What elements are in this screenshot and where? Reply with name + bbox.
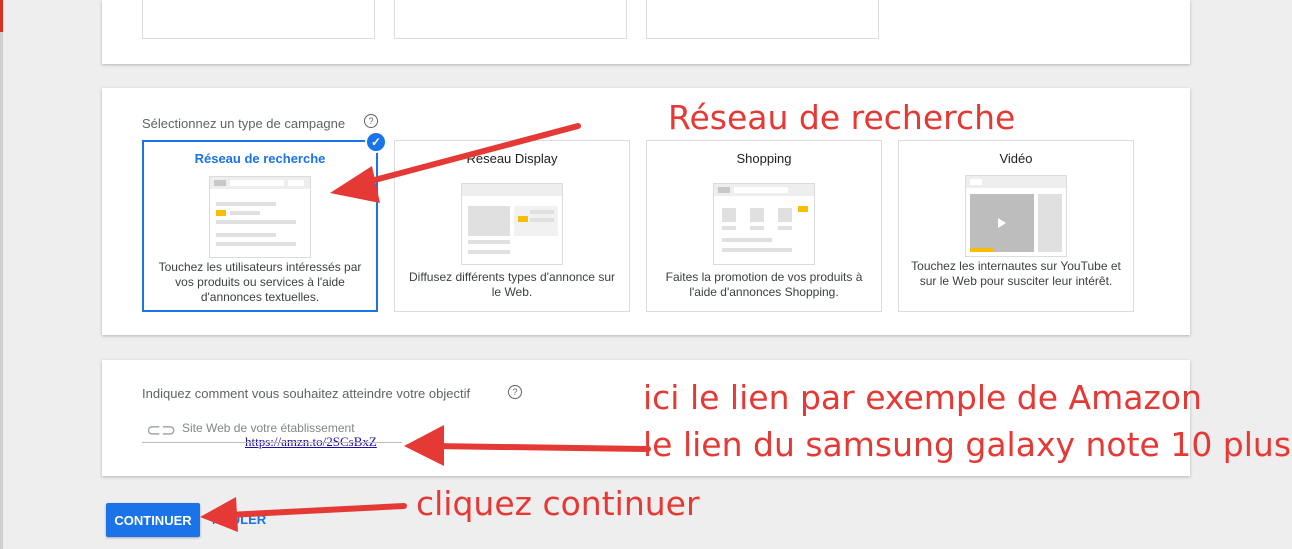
arrow-to-continue-button	[200, 497, 407, 532]
arrow-to-search-card	[330, 123, 581, 203]
arrow-to-link-field	[404, 425, 651, 466]
annotation-arrows	[200, 123, 651, 532]
